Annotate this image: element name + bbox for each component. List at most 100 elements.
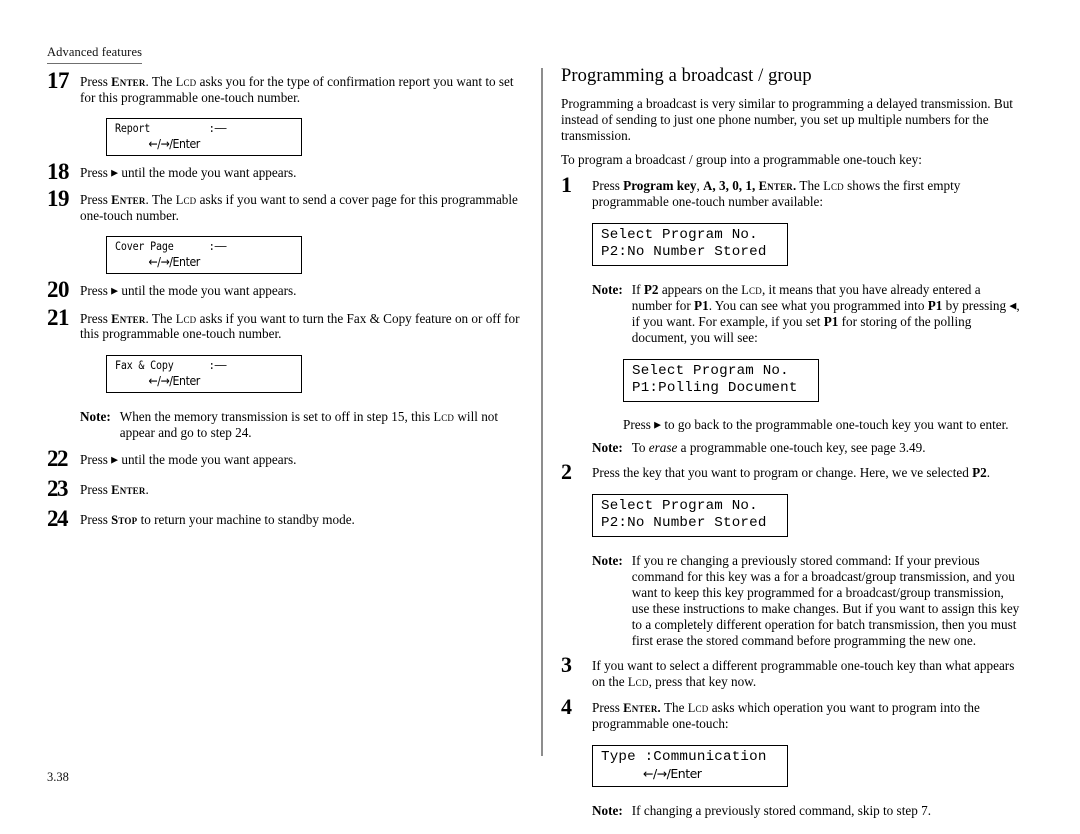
lcd-line-1: Cover Page :—— bbox=[115, 239, 227, 254]
term-lcd: Lcd bbox=[175, 75, 197, 89]
step-text: If you want to select a different progra… bbox=[592, 658, 1015, 690]
note-text: If you re changing a previously stored c… bbox=[631, 553, 1020, 648]
step-number: 20 bbox=[47, 277, 70, 303]
note-label: Note: bbox=[592, 282, 623, 298]
left-column: 17 Press Enter. The Lcd asks you for the… bbox=[47, 69, 525, 535]
note-label: Note: bbox=[592, 553, 623, 569]
lcd-line-1: Select Program No. bbox=[601, 497, 758, 514]
step-23: 23 Press Enter. bbox=[47, 477, 525, 500]
step-text: Press ▶ until the mode you want appears. bbox=[80, 165, 297, 181]
key-stop: Stop bbox=[111, 513, 138, 528]
note-text: When the memory transmission is set to o… bbox=[119, 408, 499, 440]
lcd-line-1: Select Program No. bbox=[632, 362, 789, 379]
intro-paragraph: Programming a broadcast is very similar … bbox=[561, 96, 1013, 143]
left-arrow-icon: ◀ bbox=[1009, 300, 1017, 311]
key-enter: Enter bbox=[111, 311, 146, 326]
lcd-line-2: ←/→/Enter bbox=[148, 135, 200, 151]
label-p2: P2 bbox=[643, 282, 659, 298]
key-enter: Enter bbox=[111, 482, 146, 497]
term-lcd: Lcd bbox=[687, 701, 709, 716]
note-erase-key: Note: To erase a programmable one-touch … bbox=[592, 440, 1023, 456]
step-18: 18 Press ▶ until the mode you want appea… bbox=[47, 160, 525, 183]
note-memory-transmission: Note: When the memory transmission is se… bbox=[80, 409, 525, 441]
note-label: Note: bbox=[80, 408, 111, 424]
lcd-line-1: Type :Communication bbox=[601, 749, 767, 766]
running-header: Advanced features bbox=[47, 45, 143, 64]
step-19: 19 Press Enter. The Lcd asks if you want… bbox=[47, 187, 525, 223]
right-arrow-icon: ▶ bbox=[111, 285, 119, 296]
note-p2-appears: Note: If P2 appears on the Lcd, it means… bbox=[592, 282, 1023, 345]
step-text: Press ▶ until the mode you want appears. bbox=[80, 283, 297, 299]
label-p2: P2 bbox=[972, 464, 987, 480]
lcd-line-1: Select Program No. bbox=[601, 226, 758, 243]
lcd-cover-page: Cover Page :—— ←/→/Enter bbox=[106, 236, 302, 275]
key-enter: Enter bbox=[111, 193, 146, 208]
lcd-line-2: P2:No Number Stored bbox=[601, 243, 767, 260]
step-1: 1 Press Program key, A, 3, 0, 1, Enter. … bbox=[561, 173, 1023, 210]
lcd-line-2: ←/→/Enter bbox=[148, 372, 200, 388]
label-p1: P1 bbox=[823, 313, 839, 329]
step-number: 22 bbox=[47, 445, 69, 471]
key-a: A bbox=[703, 178, 713, 193]
lcd-type-communication: Type :Communication ←/→/Enter bbox=[592, 745, 788, 787]
step-number: 17 bbox=[47, 68, 70, 93]
note-label: Note: bbox=[592, 802, 623, 818]
page-number: 3.38 bbox=[47, 770, 69, 784]
section-title: Programming a broadcast / group bbox=[561, 66, 812, 86]
lcd-select-program-p1-polling: Select Program No. P1:Polling Document bbox=[623, 358, 819, 403]
step-number: 24 bbox=[47, 506, 69, 532]
term-lcd: Lcd bbox=[175, 311, 197, 326]
step-number: 21 bbox=[47, 304, 70, 330]
step-number: 4 bbox=[561, 694, 572, 720]
term-lcd: Lcd bbox=[175, 193, 197, 208]
step-24: 24 Press Stop to return your machine to … bbox=[47, 507, 525, 530]
label-p1: P1 bbox=[927, 298, 943, 314]
right-arrow-icon: ▶ bbox=[111, 167, 119, 178]
step-20: 20 Press ▶ until the mode you want appea… bbox=[47, 278, 525, 301]
note-label: Note: bbox=[592, 440, 623, 456]
lcd-line-1: Fax & Copy :—— bbox=[115, 357, 227, 372]
note-text: If changing a previously stored command,… bbox=[631, 802, 931, 818]
step-text: Press Enter. The Lcd asks which operatio… bbox=[592, 700, 980, 732]
note-p2-followup: Press ▶ to go back to the programmable o… bbox=[623, 417, 1009, 433]
right-arrow-icon: ▶ bbox=[111, 454, 119, 465]
step-4: 4 Press Enter. The Lcd asks which operat… bbox=[561, 696, 1023, 732]
step-22: 22 Press ▶ until the mode you want appea… bbox=[47, 447, 525, 470]
note-text: To erase a programmable one-touch key, s… bbox=[631, 440, 926, 456]
step-text: Press Enter. The Lcd asks if you want to… bbox=[80, 192, 518, 223]
step-number: 18 bbox=[47, 159, 70, 185]
note-skip-to-step-7: Note: If changing a previously stored co… bbox=[592, 803, 1023, 819]
step-number: 1 bbox=[561, 171, 572, 197]
right-column: Programming a broadcast / group Programm… bbox=[561, 66, 1023, 826]
key-enter: Enter. bbox=[758, 178, 797, 193]
lcd-fax-copy: Fax & Copy :—— ←/→/Enter bbox=[106, 354, 302, 393]
key-program: Program key bbox=[623, 177, 697, 193]
step-number: 2 bbox=[561, 458, 572, 484]
emphasis-erase: erase bbox=[648, 440, 678, 456]
key-enter: Enter. bbox=[623, 701, 661, 716]
term-lcd: Lcd bbox=[823, 178, 844, 193]
term-lcd: Lcd bbox=[741, 283, 762, 298]
lcd-line-2: P1:Polling Document bbox=[632, 379, 798, 396]
note-changing-stored-command: Note: If you re changing a previously st… bbox=[592, 553, 1023, 648]
step-17: 17 Press Enter. The Lcd asks you for the… bbox=[47, 69, 525, 105]
step-text: Press ▶ until the mode you want appears. bbox=[80, 451, 297, 467]
step-text: Press Enter. bbox=[80, 481, 149, 497]
step-3: 3 If you want to select a different prog… bbox=[561, 654, 1023, 690]
step-number: 19 bbox=[47, 186, 70, 212]
lcd-line-2: P2:No Number Stored bbox=[601, 515, 767, 532]
step-number: 3 bbox=[561, 652, 572, 678]
lcd-line-1: Report :—— bbox=[115, 120, 227, 135]
step-text: Press Stop to return your machine to sta… bbox=[80, 512, 355, 528]
lcd-select-program-p2-first: Select Program No. P2:No Number Stored bbox=[592, 222, 788, 267]
term-lcd: Lcd bbox=[627, 675, 649, 690]
step-text: Press the key that you want to program o… bbox=[592, 464, 991, 480]
lcd-line-2: ←/→/Enter bbox=[148, 254, 200, 270]
key-enter: Enter bbox=[111, 75, 146, 89]
label-p1: P1 bbox=[694, 298, 709, 314]
right-arrow-icon: ▶ bbox=[654, 419, 662, 430]
step-text: Press Enter. The Lcd asks you for the ty… bbox=[80, 74, 514, 105]
lcd-report: Report :—— ←/→/Enter bbox=[106, 117, 302, 157]
column-divider bbox=[541, 68, 543, 756]
step-text: Press Enter. The Lcd asks if you want to… bbox=[80, 310, 520, 342]
